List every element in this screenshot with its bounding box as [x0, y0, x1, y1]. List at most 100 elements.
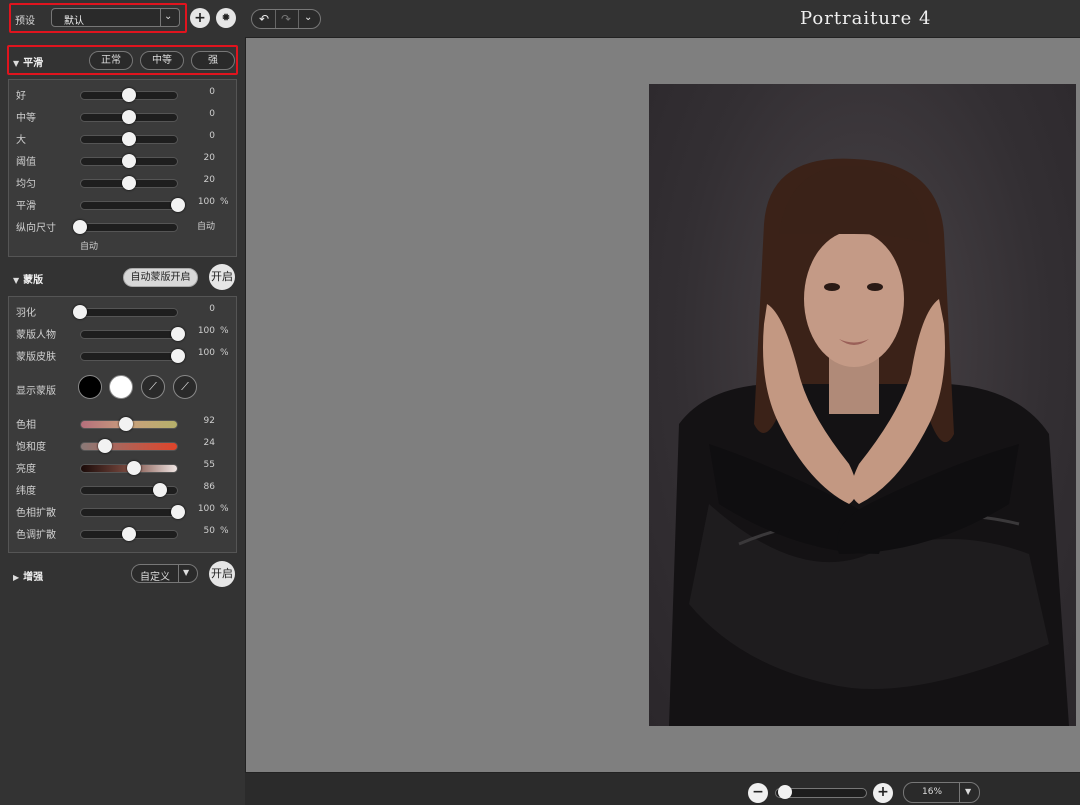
slider-value: 86 [203, 482, 215, 492]
enhance-toggle-button[interactable]: 开启 [209, 561, 235, 587]
slider-label: 中等 [16, 113, 36, 124]
slider-unit: % [220, 197, 229, 207]
smoothing-header[interactable]: ▼ 平滑 [13, 54, 43, 69]
eyedropper-plus-icon: ⟋ [181, 380, 189, 393]
zoom-in-button[interactable]: + [873, 783, 893, 803]
slider-value: 0 [209, 304, 215, 314]
show-mask-label: 显示蒙版 [16, 386, 56, 397]
slider-track[interactable] [80, 442, 178, 451]
slider-label: 大 [16, 135, 26, 146]
slider-track[interactable] [80, 308, 178, 317]
enhance-preset-value: 自定义 [140, 572, 170, 583]
slider-track[interactable] [80, 330, 178, 339]
history-group: ↶ ↷ ⌄ [251, 9, 321, 29]
redo-icon[interactable]: ↷ [281, 12, 291, 26]
slider-knob[interactable] [171, 198, 185, 212]
slider-track[interactable] [80, 352, 178, 361]
slider-label: 蒙版皮肤 [16, 352, 56, 363]
slider-knob[interactable] [122, 176, 136, 190]
slider-knob[interactable] [73, 220, 87, 234]
zoom-out-button[interactable]: − [748, 783, 768, 803]
slider-label: 色相扩散 [16, 508, 56, 519]
slider-label: 平滑 [16, 201, 36, 212]
slider-value: 50 [203, 526, 215, 536]
slider-row: 大0 [9, 127, 238, 149]
gear-icon: ✹ [221, 11, 231, 24]
divider [298, 10, 299, 28]
slider-row: 纬度 86 [9, 478, 238, 500]
slider-label: 羽化 [16, 308, 36, 319]
collapse-triangle-icon: ▼ [13, 276, 20, 285]
chevron-down-icon[interactable]: ⌄ [304, 12, 312, 23]
settings-button[interactable]: ✹ [216, 8, 236, 28]
slider-knob[interactable] [122, 154, 136, 168]
portrait-photo [649, 84, 1076, 726]
zoom-slider-knob[interactable] [777, 785, 792, 799]
slider-label: 蒙版人物 [16, 330, 56, 341]
enhance-title: 增强 [23, 572, 44, 583]
slider-row: 好0 [9, 83, 238, 105]
slider-value: 20 [203, 153, 215, 163]
left-panel: 预设 默认 ⌄ + ✹ ▼ 平滑 正常 中等 强 自动 好 0 中等 0 大 0 阈值 20 均匀… [0, 0, 245, 805]
white-swatch[interactable] [109, 375, 133, 399]
chevron-down-icon: ⌄ [164, 11, 173, 22]
slider-row: 平滑 100% [9, 193, 238, 215]
auto-mask-button[interactable]: 自动蒙版开启 [123, 268, 198, 287]
slider-unit: % [220, 526, 229, 536]
eyedropper-plus-button[interactable]: ⟋ [173, 375, 197, 399]
slider-value: 0 [209, 87, 215, 97]
slider-knob[interactable] [171, 327, 185, 341]
mask-toggle-button[interactable]: 开启 [209, 264, 235, 290]
slider-row: 饱和度 24 [9, 434, 238, 456]
slider-knob[interactable] [171, 349, 185, 363]
expand-triangle-icon: ▶ [13, 573, 20, 582]
minus-icon: − [752, 784, 764, 800]
slider-knob[interactable] [73, 305, 87, 319]
slider-label: 纵向尺寸 [16, 223, 56, 234]
slider-knob[interactable] [122, 132, 136, 146]
plus-icon: + [194, 10, 206, 26]
select-divider [959, 783, 960, 802]
undo-icon[interactable]: ↶ [259, 12, 269, 26]
select-divider [160, 9, 161, 26]
bottom-toolbar: − + 16% ▼ [245, 772, 1080, 805]
slider-label: 饱和度 [16, 442, 46, 453]
add-preset-button[interactable]: + [190, 8, 210, 28]
mask-panel: 显示蒙版 ⟋ ⟋ 羽化 0 蒙版人物 100% 蒙版皮肤 100% 色相 92 饱和度 24 亮度 5… [8, 296, 237, 553]
slider-value: 0 [209, 131, 215, 141]
caret-down-icon: ▼ [965, 787, 972, 796]
slider-track[interactable] [80, 201, 178, 210]
smoothing-title: 平滑 [23, 58, 44, 69]
slider-knob[interactable] [119, 417, 134, 431]
mask-header[interactable]: ▼ 蒙版 [13, 271, 43, 286]
slider-value: 20 [203, 175, 215, 185]
slider-knob[interactable] [122, 88, 136, 102]
slider-label: 色调扩散 [16, 530, 56, 541]
enhance-preset-select[interactable]: 自定义 ▼ [131, 564, 198, 583]
divider [275, 10, 276, 28]
smoothing-medium-button[interactable]: 中等 [140, 51, 184, 70]
preset-select[interactable]: 默认 ⌄ [51, 8, 180, 27]
auto-note: 自动 [80, 242, 99, 252]
slider-row: 阈值 20 [9, 149, 238, 171]
select-divider [178, 565, 179, 582]
slider-label: 纬度 [16, 486, 36, 497]
slider-knob[interactable] [122, 110, 136, 124]
zoom-value: 16% [922, 787, 943, 797]
slider-value: 100 [197, 326, 215, 336]
slider-knob[interactable] [126, 461, 141, 475]
smoothing-normal-button[interactable]: 正常 [89, 51, 133, 70]
slider-value: 92 [203, 416, 215, 426]
enhance-header[interactable]: ▶ 增强 [13, 568, 43, 583]
slider-row: 亮度 55 [9, 456, 238, 478]
slider-track[interactable] [80, 223, 178, 232]
smoothing-strong-button[interactable]: 强 [191, 51, 235, 70]
slider-track[interactable] [80, 508, 178, 517]
slider-value: 24 [203, 438, 215, 448]
black-swatch[interactable] [78, 375, 102, 399]
slider-row: 色相扩散 100% [9, 500, 238, 522]
slider-knob[interactable] [171, 505, 185, 519]
zoom-select[interactable]: 16% ▼ [903, 782, 980, 803]
slider-knob[interactable] [122, 527, 136, 541]
eyedropper-button[interactable]: ⟋ [141, 375, 165, 399]
